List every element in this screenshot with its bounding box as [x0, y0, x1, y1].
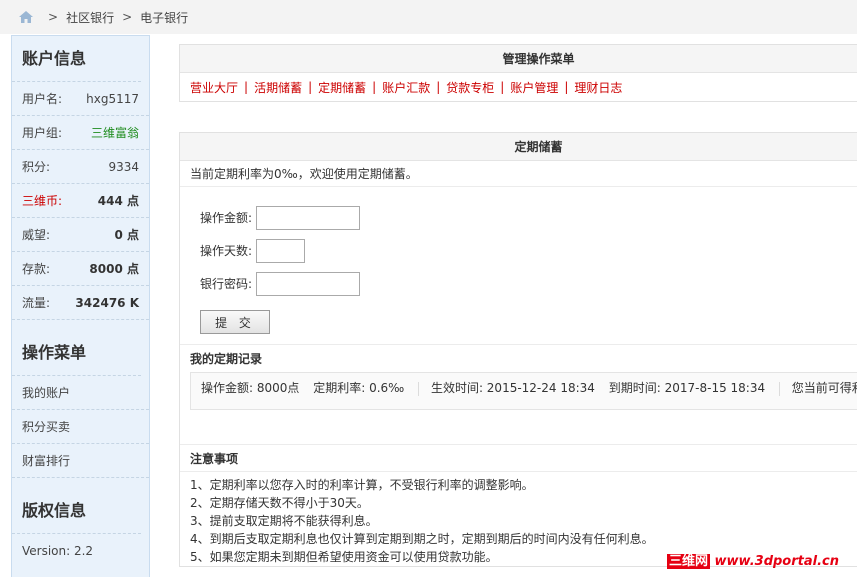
tab-fixed-savings[interactable]: 定期储蓄 [318, 79, 366, 96]
info-row-points: 积分: 9334 [12, 150, 149, 184]
record-rate: 定期利率: 0.6‰ [313, 381, 405, 395]
record-end: 到期时间: 2017-8-15 18:34 [608, 381, 766, 395]
amount-label: 操作金额: [200, 211, 253, 225]
breadcrumb: > 社区银行 > 电子银行 [0, 0, 857, 34]
watermark-cn: 三维网 [666, 554, 710, 569]
password-input[interactable] [256, 271, 360, 296]
info-row-coins: 三维币: 444 点 [12, 184, 149, 218]
password-label: 银行密码: [200, 277, 253, 291]
info-row-traffic: 流量: 342476 K [12, 286, 149, 320]
sidebar: 账户信息 用户名: hxg5117 用户组: 三维富翁 积分: 9334 三维币… [11, 35, 150, 577]
ops-tabs: 营业大厅 | 活期储蓄 | 定期储蓄 | 账户汇款 | 贷款专柜 | 账户管理 … [180, 73, 857, 101]
info-value: hxg5117 [86, 91, 139, 106]
info-key: 积分: [22, 160, 51, 174]
record-start: 生效时间: 2015-12-24 18:34 [430, 381, 595, 395]
tab-sep: | [564, 80, 569, 94]
breadcrumb-item-community-bank[interactable]: 社区银行 [66, 9, 114, 26]
info-value: 342476 K [75, 295, 139, 310]
info-key: 存款: [22, 262, 51, 276]
info-key: 用户组: [22, 126, 63, 140]
tab-sep: | [500, 80, 505, 94]
info-key: 三维币: [22, 194, 63, 208]
watermark-en: www.3dportal.cn [714, 554, 839, 569]
amount-row: 操作金额: [200, 201, 857, 234]
days-input[interactable] [256, 238, 305, 263]
watermark: 三维网 www.3dportal.cn [666, 550, 839, 569]
notes-title: 注意事项 [180, 444, 857, 472]
tab-current-savings[interactable]: 活期储蓄 [254, 79, 302, 96]
list-item: 4、到期后支取定期利息也仅计算到定期到期之时，定期到期后的时间内没有任何利息。 [190, 532, 654, 546]
info-value: 9334 [108, 159, 139, 174]
copyright-title: 版权信息 [12, 488, 141, 534]
table-row: 操作金额: 8000点 定期利率: 0.6‰ 生效时间: 2015-12-24 … [201, 373, 857, 403]
submit-button[interactable]: 提 交 [200, 310, 270, 334]
info-row-username: 用户名: hxg5117 [12, 82, 149, 116]
info-key: 流量: [22, 296, 51, 310]
info-value: 8000 点 [89, 262, 139, 276]
list-item: 2、定期存储天数不得小于30天。 [190, 496, 369, 510]
info-row-usergroup: 用户组: 三维富翁 [12, 116, 149, 150]
ops-panel: 管理操作菜单 营业大厅 | 活期储蓄 | 定期储蓄 | 账户汇款 | 贷款专柜 … [179, 44, 857, 102]
info-row-prestige: 威望: 0 点 [12, 218, 149, 252]
tab-sep: | [372, 80, 377, 94]
sidebar-item-wealth-rank[interactable]: 财富排行 [12, 444, 149, 478]
tab-loans[interactable]: 贷款专柜 [446, 79, 494, 96]
list-item: 1、定期利率以您存入时的利率计算，不受银行利率的调整影响。 [190, 478, 534, 492]
ops-menu-title: 操作菜单 [12, 330, 141, 376]
tab-account-manage[interactable]: 账户管理 [510, 79, 558, 96]
account-info-title: 账户信息 [12, 36, 141, 82]
days-row: 操作天数: [200, 234, 857, 267]
tab-sep: | [436, 80, 441, 94]
tab-business-hall[interactable]: 营业大厅 [190, 79, 238, 96]
record-box: 操作金额: 8000点 定期利率: 0.6‰ 生效时间: 2015-12-24 … [190, 372, 857, 410]
deposit-panel-title: 定期储蓄 [180, 133, 857, 161]
version-text: Version: 2.2 [22, 544, 94, 558]
deposit-panel: 定期储蓄 当前定期利率为0‰，欢迎使用定期储蓄。 操作金额: 操作天数: 银行密… [179, 132, 857, 567]
info-key: 威望: [22, 228, 51, 242]
info-key: 用户名: [22, 92, 63, 106]
info-value: 三维富翁 [90, 126, 139, 140]
sidebar-item-points-trade[interactable]: 积分买卖 [12, 410, 149, 444]
records-title: 我的定期记录 [180, 344, 857, 372]
password-row: 银行密码: [200, 267, 857, 300]
home-icon[interactable] [18, 10, 34, 24]
tab-transfer[interactable]: 账户汇款 [382, 79, 430, 96]
list-item: 3、提前支取定期将不能获得利息。 [190, 514, 378, 528]
days-label: 操作天数: [200, 244, 253, 258]
tab-finance-log[interactable]: 理财日志 [574, 79, 622, 96]
main-content: 管理操作菜单 营业大厅 | 活期储蓄 | 定期储蓄 | 账户汇款 | 贷款专柜 … [179, 44, 857, 567]
amount-input[interactable] [256, 205, 360, 230]
tab-sep: | [244, 80, 249, 94]
record-amount: 操作金额: 8000点 [201, 381, 300, 395]
breadcrumb-item-ebank[interactable]: 电子银行 [140, 9, 188, 26]
info-value: 0 点 [114, 228, 139, 242]
tab-sep: | [308, 80, 313, 94]
breadcrumb-sep: > [48, 10, 59, 24]
record-interest: 您当前可得利息: 0点 [791, 381, 857, 395]
deposit-form: 操作金额: 操作天数: 银行密码: 提 交 [180, 187, 857, 334]
rate-notice: 当前定期利率为0‰，欢迎使用定期储蓄。 [180, 161, 857, 187]
info-row-deposit: 存款: 8000 点 [12, 252, 149, 286]
sidebar-item-my-account[interactable]: 我的账户 [12, 376, 149, 410]
ops-panel-title: 管理操作菜单 [180, 45, 857, 73]
breadcrumb-sep: > [122, 10, 133, 24]
info-value: 444 点 [97, 194, 139, 208]
